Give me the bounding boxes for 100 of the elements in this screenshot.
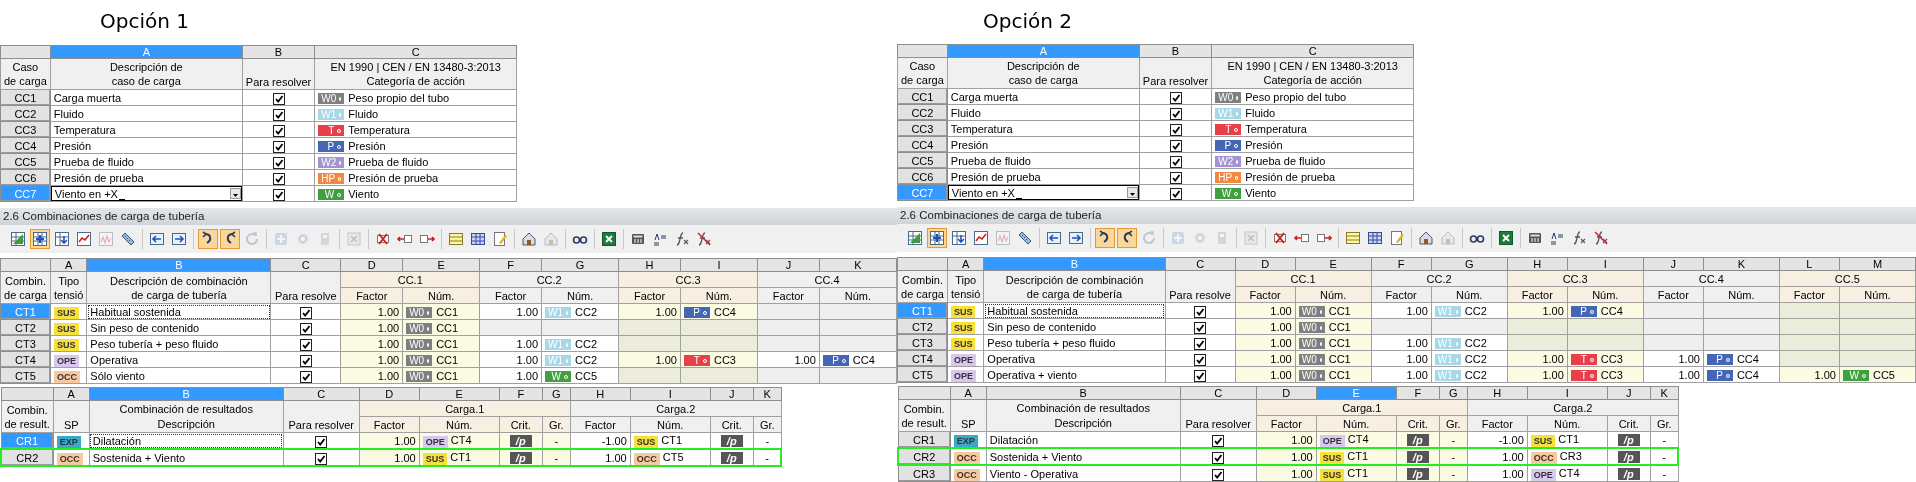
checkbox[interactable] [272,172,285,185]
column-letter[interactable]: G [1439,386,1468,400]
column-letter[interactable]: L [1779,257,1840,271]
checkbox[interactable] [299,338,312,351]
column-letter[interactable]: A [950,386,987,400]
checkbox[interactable] [299,354,312,367]
row-header[interactable]: CR2 [1,449,54,466]
column-letter[interactable]: B [1139,44,1212,58]
checkbox[interactable] [1169,139,1182,152]
column-letter[interactable]: D [359,387,420,401]
checkbox[interactable] [1169,171,1182,184]
column-letter[interactable]: K [753,387,782,401]
column-letter[interactable]: K [819,258,897,272]
column-letter[interactable]: F [1396,386,1440,400]
chart-icon[interactable] [971,228,991,248]
column-letter[interactable]: E [402,258,480,272]
column-letter[interactable]: I [680,258,758,272]
column-letter[interactable]: J [1607,386,1651,400]
column-letter[interactable]: H [1467,386,1528,400]
column-letter[interactable]: D [340,258,403,272]
checkbox[interactable] [315,452,328,464]
checkbox[interactable] [272,92,285,105]
column-letter[interactable]: C [270,258,341,272]
undo-icon[interactable] [198,229,218,249]
checkbox[interactable] [272,188,285,201]
checkbox[interactable] [1212,434,1225,447]
checkbox[interactable] [1194,369,1207,382]
column-letter[interactable]: K [1650,386,1679,400]
column-letter[interactable]: J [1643,257,1704,271]
table-icon[interactable] [8,229,28,249]
checkbox[interactable] [299,306,312,319]
checkbox[interactable] [1169,91,1182,104]
redo-icon[interactable] [1117,228,1137,248]
caret-icon[interactable] [229,188,241,199]
table-cell: CC2 [575,353,598,366]
column-letter[interactable]: G [1431,257,1508,271]
table-icon[interactable] [52,229,72,249]
checkbox[interactable] [1194,337,1207,350]
caret-icon[interactable] [1126,187,1138,198]
column-letter[interactable]: F [1371,257,1432,271]
checkbox[interactable] [1194,353,1207,366]
column-letter[interactable]: E [419,387,500,401]
column-letter[interactable]: H [618,258,681,272]
checkbox[interactable] [272,156,285,169]
table-icon[interactable] [905,228,925,248]
column-letter[interactable]: C [283,387,360,401]
checkbox[interactable] [1169,107,1182,120]
table-cell: CC4 [1600,304,1623,317]
column-letter[interactable]: C [1165,257,1236,271]
column-letter[interactable]: A [50,258,87,272]
column-letter[interactable]: H [570,387,631,401]
column-letter[interactable]: M [1839,257,1916,271]
checkbox[interactable] [299,370,312,383]
checkbox[interactable] [1212,451,1225,463]
column-letter[interactable]: J [710,387,754,401]
row-header[interactable]: CR2 [898,448,951,465]
checkbox[interactable] [1169,187,1182,200]
redo-icon[interactable] [220,229,240,249]
column-letter[interactable]: E [1295,257,1372,271]
column-letter[interactable]: C [1211,44,1414,58]
checkbox[interactable] [1212,468,1225,481]
column-letter[interactable]: G [542,387,571,401]
checkbox[interactable] [299,322,312,335]
column-letter[interactable]: A [53,387,90,401]
column-letter[interactable]: A [947,257,984,271]
column-letter[interactable]: C [314,45,517,59]
checkbox[interactable] [1169,155,1182,168]
table-icon[interactable] [30,229,50,249]
chart-icon[interactable] [74,229,94,249]
column-letter[interactable]: J [757,258,820,272]
category-label: Viento [1245,186,1277,199]
dropdown-field[interactable]: Viento en +X [948,185,1139,200]
column-letter[interactable]: K [1703,257,1780,271]
column-letter[interactable]: D [1256,386,1317,400]
category-label: Prueba de fluido [348,155,429,168]
checkbox[interactable] [1169,123,1182,136]
column-letter[interactable]: C [1180,386,1257,400]
checkbox[interactable] [272,124,285,137]
column-letter[interactable]: I [1527,386,1608,400]
checkbox[interactable] [272,108,285,121]
table-icon[interactable] [927,228,947,248]
checkbox[interactable] [1194,305,1207,318]
spreadsheet-icon[interactable] [599,229,619,249]
column-letter[interactable]: I [1567,257,1644,271]
spreadsheet-icon[interactable] [1496,228,1516,248]
checkbox[interactable] [315,435,328,448]
table-cell: CC1 [1328,304,1351,317]
column-letter[interactable]: G [541,258,619,272]
dropdown-field[interactable]: Viento en +X [51,186,242,201]
checkbox[interactable] [1194,321,1207,334]
undo-icon[interactable] [1095,228,1115,248]
column-letter[interactable]: I [630,387,711,401]
checkbox[interactable] [272,140,285,153]
column-letter[interactable]: H [1507,257,1568,271]
column-letter[interactable]: B [242,45,315,59]
column-letter[interactable]: F [479,258,542,272]
table-icon[interactable] [949,228,969,248]
column-letter[interactable]: D [1235,257,1296,271]
column-letter[interactable]: F [499,387,543,401]
column-letter[interactable]: B [986,386,1181,400]
